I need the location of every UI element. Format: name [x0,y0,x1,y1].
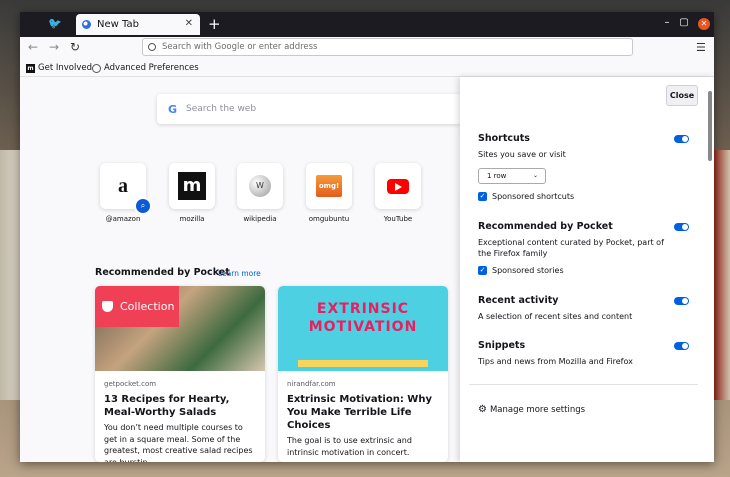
card-source: nirandfar.com [287,380,336,388]
recent-activity-description: A selection of recent sites and content [478,312,633,321]
checkbox-label: Sponsored shortcuts [492,192,575,201]
bookmarks-toolbar: m Get Involved Advanced Preferences [20,59,714,77]
pocket-heading: Recommended by Pocket [95,267,230,278]
card-title[interactable]: Extrinsic Motivation: Why You Make Terri… [287,393,439,432]
hamburger-menu-icon[interactable]: ☰ [696,41,706,54]
shortcut-amazon[interactable]: a ⌕ @amazon [100,163,152,223]
pocket-card[interactable]: EXTRINSIC MOTIVATION nirandfar.com Extri… [278,286,448,462]
shortcut-tile[interactable]: omg! [306,163,352,209]
shortcut-tile[interactable]: W [237,163,283,209]
desktop-wallpaper-right [714,150,730,400]
manage-settings-label: Manage more settings [489,404,586,415]
collection-label: Collection [120,300,175,313]
manage-settings-link[interactable]: ⚙ Manage more settings [478,404,585,415]
new-tab-button[interactable]: + [208,15,221,33]
pocket-toggle[interactable] [674,223,689,231]
shortcut-label: omgubuntu [308,215,350,223]
recent-activity-title: Recent activity [478,295,559,306]
window-close-icon[interactable]: ✕ [698,18,710,30]
close-button[interactable]: Close [666,85,698,106]
chevron-down-icon: ⌄ [532,172,538,179]
pocket-setting-title: Recommended by Pocket [478,221,613,232]
desktop-wallpaper-left [0,150,20,400]
omgubuntu-icon: omg! [316,175,342,197]
back-icon[interactable]: ← [28,40,38,54]
tab-title: New Tab [97,19,139,30]
search-placeholder: Search the web [186,104,257,114]
snippets-description: Tips and news from Mozilla and Firefox [478,357,633,366]
navigation-toolbar: ← → ↻ Search with Google or enter addres… [20,37,714,59]
shortcuts-description: Sites you save or visit [478,150,566,159]
snippets-title: Snippets [478,340,526,351]
mozilla-icon: m [178,172,206,200]
card-image-text: EXTRINSIC MOTIVATION [308,301,418,335]
card-image-strip [298,360,428,367]
bookmark-label: Get Involved [38,63,92,73]
card-source: getpocket.com [104,380,157,388]
pocket-icon [102,301,113,312]
address-placeholder: Search with Google or enter address [162,42,318,52]
wikipedia-icon: W [249,175,271,197]
shortcut-youtube[interactable]: YouTube [375,163,421,223]
shortcut-label: wikipedia [243,215,277,223]
shortcut-label: @amazon [105,215,141,223]
tab-new-tab[interactable]: New Tab ✕ [76,14,200,35]
google-icon: G [168,102,178,116]
panel-scrollbar[interactable] [708,91,712,161]
globe-icon [92,63,101,73]
card-title[interactable]: 13 Recipes for Hearty, Meal-Worthy Salad… [104,393,256,419]
mozilla-m-icon: m [26,63,35,73]
checkbox-checked-icon[interactable]: ✓ [478,192,487,201]
rows-value: 1 row [487,172,507,180]
gear-icon: ⚙ [478,404,487,415]
snippets-toggle[interactable] [674,342,689,350]
shortcuts-title: Shortcuts [478,133,530,144]
recent-activity-toggle[interactable] [674,297,689,305]
address-bar[interactable]: Search with Google or enter address [142,38,633,56]
shortcut-wikipedia[interactable]: W wikipedia [237,163,283,223]
customize-panel: Close Shortcuts Sites you save or visit … [460,77,714,462]
pocket-card[interactable]: Collection getpocket.com 13 Recipes for … [95,286,265,462]
sponsored-stories-checkbox[interactable]: ✓ Sponsored stories [478,266,564,275]
bookmark-label: Advanced Preferences [104,63,199,73]
search-icon [148,43,156,51]
learn-more-link[interactable]: Learn more [218,269,261,278]
shortcut-label: YouTube [383,215,413,223]
sponsored-shortcuts-checkbox[interactable]: ✓ Sponsored shortcuts [478,192,574,201]
pocket-setting-description: Exceptional content curated by Pocket, p… [478,238,664,258]
card-image: Collection [95,286,265,371]
card-description: The goal is to use extrinsic and intrins… [287,436,412,457]
card-image: EXTRINSIC MOTIVATION [278,286,448,371]
firefox-icon [82,20,91,29]
divider [469,384,698,385]
amazon-icon: a [118,174,128,197]
shortcut-mozilla[interactable]: m mozilla [169,163,215,223]
bookmark-get-involved[interactable]: m Get Involved [26,63,92,73]
browser-window: 🐦 New Tab ✕ + – ▢ ✕ ← → ↻ Search with Go… [20,12,714,462]
youtube-icon [387,178,409,194]
bookmark-advanced-preferences[interactable]: Advanced Preferences [92,63,199,73]
shortcuts-toggle[interactable] [674,135,689,143]
shortcut-tile[interactable] [375,163,421,209]
forward-icon[interactable]: → [49,40,59,54]
shortcut-tile[interactable]: a ⌕ [100,163,152,215]
checkbox-label: Sponsored stories [492,266,564,275]
twitter-pinned-tab-icon[interactable]: 🐦 [44,17,66,33]
checkbox-checked-icon[interactable]: ✓ [478,266,487,275]
titlebar: 🐦 New Tab ✕ + – ▢ ✕ [20,12,714,37]
shortcut-tile[interactable]: m [169,163,215,209]
shortcut-label: mozilla [179,215,205,223]
close-tab-icon[interactable]: ✕ [185,18,193,29]
search-badge-icon: ⌕ [134,197,152,215]
card-description: You don’t need multiple courses to get i… [104,423,253,462]
shortcut-rows-select[interactable]: 1 row ⌄ [478,168,546,184]
reload-icon[interactable]: ↻ [70,40,80,54]
web-search-box[interactable]: G Search the web [157,94,462,124]
collection-badge: Collection [95,286,179,327]
shortcut-omgubuntu[interactable]: omg! omgubuntu [306,163,352,223]
minimize-icon[interactable]: – [660,17,674,28]
maximize-icon[interactable]: ▢ [677,17,691,28]
